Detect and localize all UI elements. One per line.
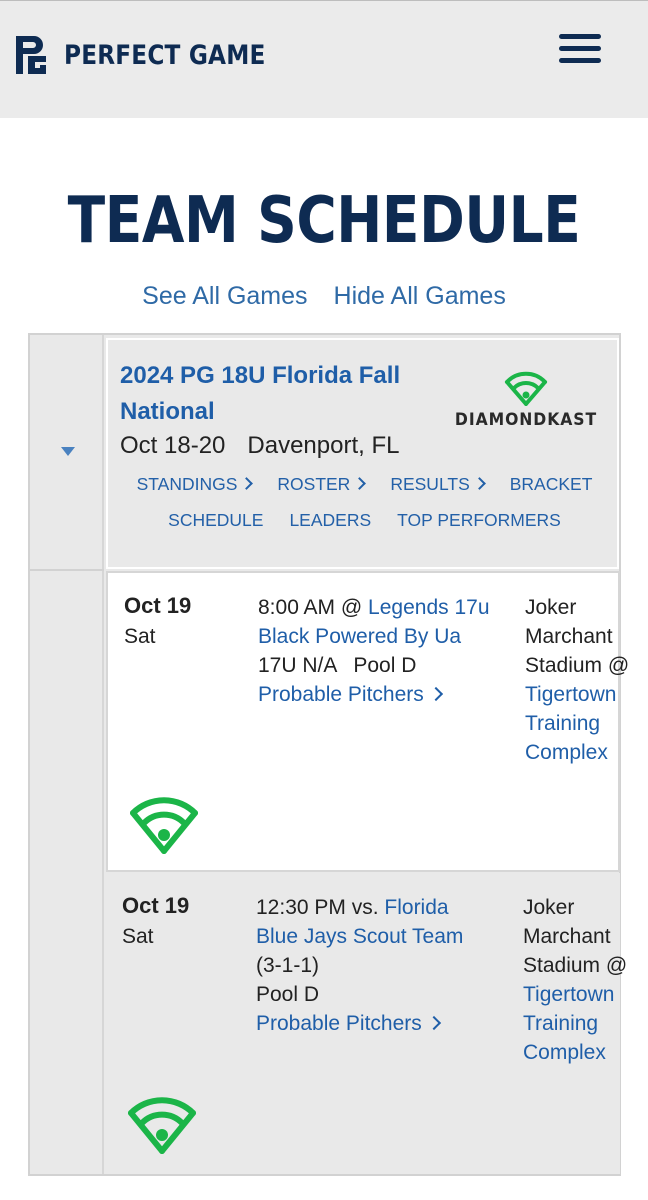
game-day: Sat (124, 625, 156, 648)
game-row: Oct 19 Sat 12:30 PM vs. Florida Blue Jay… (106, 873, 627, 1174)
event-links-row-2: SCHEDULE LEADERS TOP PERFORMERS (108, 510, 621, 531)
diamondkast-logo[interactable]: DIAMONDKAST (448, 370, 604, 440)
venue-complex-link[interactable]: Tigertown Training Complex (525, 683, 616, 764)
game-division: 17U N/A (258, 654, 338, 677)
standings-label: STANDINGS (136, 474, 238, 494)
game-time: 12:30 PM vs. (256, 896, 385, 919)
game-pool: Pool D (256, 983, 320, 1006)
diamondkast-wifi-icon (505, 371, 547, 406)
probable-pitchers-label: Probable Pitchers (258, 683, 424, 706)
probable-pitchers-link[interactable]: Probable Pitchers (258, 683, 443, 706)
diamondkast-stream-icon[interactable] (128, 793, 200, 855)
chevron-right-icon (353, 477, 367, 490)
chevron-right-icon (428, 686, 443, 702)
game-visibility-toggles: See All Games Hide All Games (0, 282, 648, 311)
collapse-caret-icon[interactable] (61, 447, 75, 456)
event-header: 2024 PG 18U Florida Fall National Oct 18… (106, 338, 619, 569)
roster-label: ROSTER (277, 474, 351, 494)
game-date: Oct 19 (122, 893, 190, 918)
game-venue: Joker Marchant Stadium @ Tigertown Train… (523, 893, 633, 1067)
schedule-link[interactable]: SCHEDULE (168, 510, 263, 531)
see-all-games-link[interactable]: See All Games (142, 282, 307, 311)
hide-all-games-link[interactable]: Hide All Games (334, 282, 506, 311)
venue-name: Joker Marchant Stadium @ (523, 896, 628, 977)
game-day: Sat (122, 925, 154, 948)
venue-complex-link[interactable]: Tigertown Training Complex (523, 983, 614, 1064)
page-title: TEAM SCHEDULE (67, 184, 581, 258)
site-header: PERFECT GAME (0, 0, 648, 118)
expand-column (30, 335, 104, 1174)
diamondkast-wordmark: DIAMONDKAST (454, 410, 598, 430)
event-links-row-1: STANDINGS ROSTER RESULTS BRACKET (108, 474, 621, 495)
schedule-panel: 2024 PG 18U Florida Fall National Oct 18… (28, 333, 629, 1176)
pg-logo-icon (16, 36, 46, 74)
chevron-right-icon (426, 1015, 441, 1031)
results-link[interactable]: RESULTS (390, 474, 486, 495)
game-date: Oct 19 (124, 593, 192, 618)
event-dates: Oct 18-20 (120, 432, 226, 459)
home-link[interactable]: PERFECT GAME (12, 34, 298, 76)
probable-pitchers-label: Probable Pitchers (256, 1012, 422, 1035)
top-performers-link[interactable]: TOP PERFORMERS (397, 510, 561, 531)
game-info: 8:00 AM @ Legends 17u Black Powered By U… (258, 593, 498, 709)
event-meta: Oct 18-20 Davenport, FL (120, 432, 399, 460)
brand-name: PERFECT GAME (64, 39, 266, 71)
probable-pitchers-link[interactable]: Probable Pitchers (256, 1012, 441, 1035)
venue-name: Joker Marchant Stadium @ (525, 596, 630, 677)
leaders-link[interactable]: LEADERS (289, 510, 371, 531)
game-time: 8:00 AM @ (258, 596, 369, 619)
game-pool: Pool D (353, 654, 417, 677)
standings-link[interactable]: STANDINGS (136, 474, 254, 495)
game-row: Oct 19 Sat 8:00 AM @ Legends 17u Black P… (106, 571, 629, 872)
chevron-right-icon (240, 477, 254, 490)
opponent-record: (3-1-1) (256, 954, 320, 977)
results-label: RESULTS (390, 474, 470, 494)
event-location: Davenport, FL (247, 432, 400, 459)
game-venue: Joker Marchant Stadium @ Tigertown Train… (525, 593, 635, 767)
bracket-link[interactable]: BRACKET (510, 474, 593, 495)
divider (30, 569, 104, 571)
game-info: 12:30 PM vs. Florida Blue Jays Scout Tea… (256, 893, 496, 1038)
chevron-right-icon (472, 477, 486, 490)
roster-link[interactable]: ROSTER (277, 474, 367, 495)
hamburger-menu-icon[interactable] (559, 31, 603, 67)
diamondkast-stream-icon[interactable] (126, 1093, 198, 1155)
event-name-link[interactable]: 2024 PG 18U Florida Fall National (120, 358, 440, 430)
